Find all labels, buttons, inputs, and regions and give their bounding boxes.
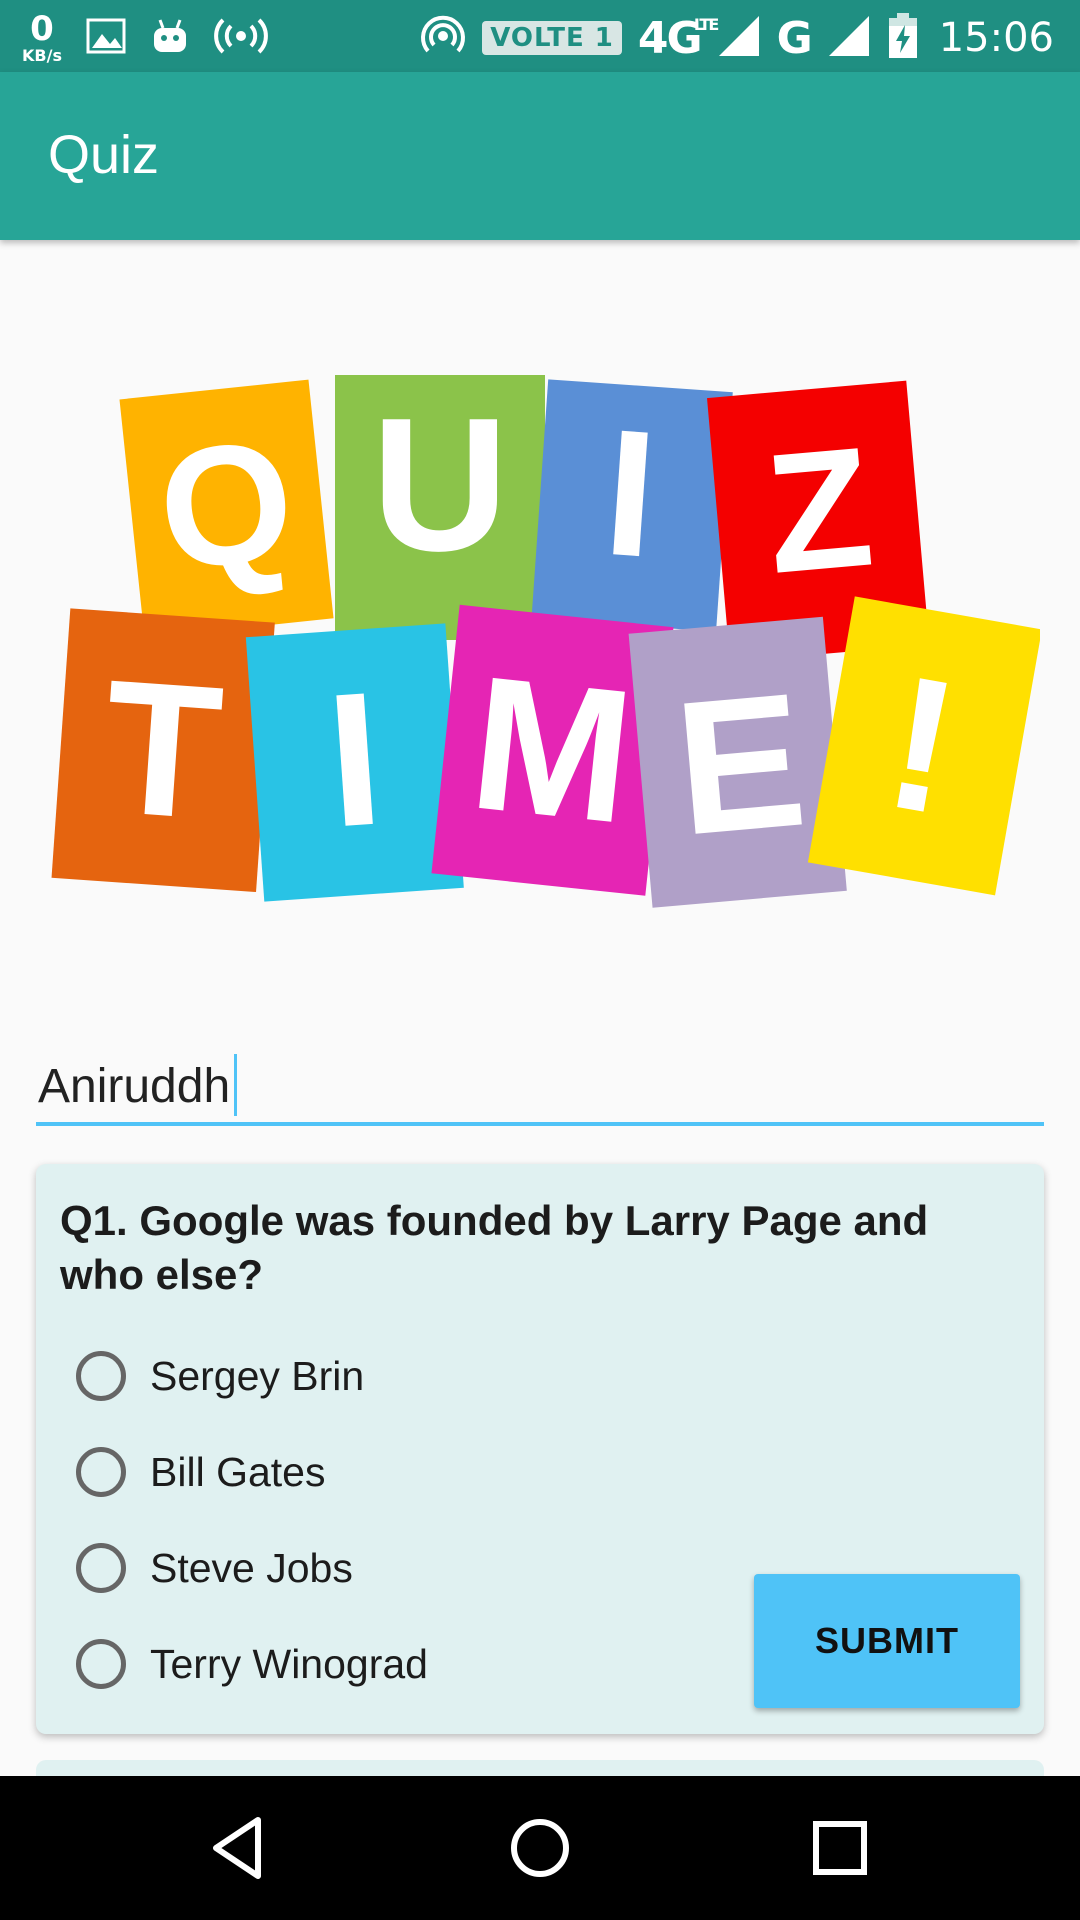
status-bar: 0 KB/s VOLTE 1 4G LTE G 15:06 (0, 0, 1080, 72)
speed-unit: KB/s (22, 46, 62, 65)
gallery-icon (86, 18, 126, 58)
option-bill-gates[interactable]: Bill Gates (76, 1432, 325, 1512)
option-sergey-brin[interactable]: Sergey Brin (76, 1336, 364, 1416)
speed-value: 0 (30, 9, 54, 49)
hotspot-broadcast-icon (214, 16, 268, 60)
logo-letter: Q (151, 404, 302, 607)
logo-letter: T (97, 640, 228, 860)
question-text: Q1. Google was founded by Larry Page and… (60, 1197, 929, 1298)
network-type-2: G (776, 12, 813, 64)
radio-button-icon[interactable] (76, 1543, 126, 1593)
name-input[interactable] (36, 1050, 1044, 1126)
option-label: Terry Winograd (150, 1640, 428, 1687)
radio-button-icon[interactable] (76, 1447, 126, 1497)
navigation-bar (0, 1776, 1080, 1920)
app-title: Quiz (48, 125, 160, 185)
battery-charging-icon (887, 13, 919, 63)
quiz-time-logo: Q U I Z T I M E ! (51, 375, 1040, 908)
volte-badge: VOLTE 1 (482, 21, 622, 55)
lte-label: LTE (693, 14, 719, 34)
logo-letter: M (462, 637, 642, 864)
option-label: Bill Gates (150, 1448, 326, 1495)
option-steve-jobs[interactable]: Steve Jobs (76, 1528, 353, 1608)
android-icon (150, 16, 190, 60)
logo-letter: Z (759, 412, 879, 610)
home-icon[interactable] (500, 1808, 580, 1888)
network-type: 4G LTE (637, 12, 719, 64)
radio-button-icon[interactable] (76, 1351, 126, 1401)
text-cursor (234, 1054, 237, 1116)
logo-letter: E (668, 653, 813, 875)
recents-icon[interactable] (800, 1808, 880, 1888)
back-icon[interactable] (200, 1808, 280, 1888)
question-card: Q1. Google was founded by Larry Page and… (36, 1164, 1044, 1734)
hotspot-icon (420, 13, 466, 63)
network-speed: 0 KB/s (22, 12, 62, 64)
option-label: Sergey Brin (150, 1352, 365, 1399)
app-bar: Quiz (0, 72, 1080, 240)
screen: 0 KB/s VOLTE 1 4G LTE G 15:06 Quiz Q U I… (0, 0, 1080, 1920)
signal-icon-2 (827, 14, 871, 62)
signal-icon (717, 14, 761, 62)
clock: 15:06 (938, 15, 1054, 61)
radio-button-icon[interactable] (76, 1639, 126, 1689)
submit-button[interactable]: SUBMIT (754, 1574, 1020, 1708)
option-label: Steve Jobs (150, 1544, 353, 1591)
logo-letter: U (371, 379, 508, 591)
option-terry-winograd[interactable]: Terry Winograd (76, 1624, 428, 1704)
network-type-label: 4G (637, 12, 703, 64)
